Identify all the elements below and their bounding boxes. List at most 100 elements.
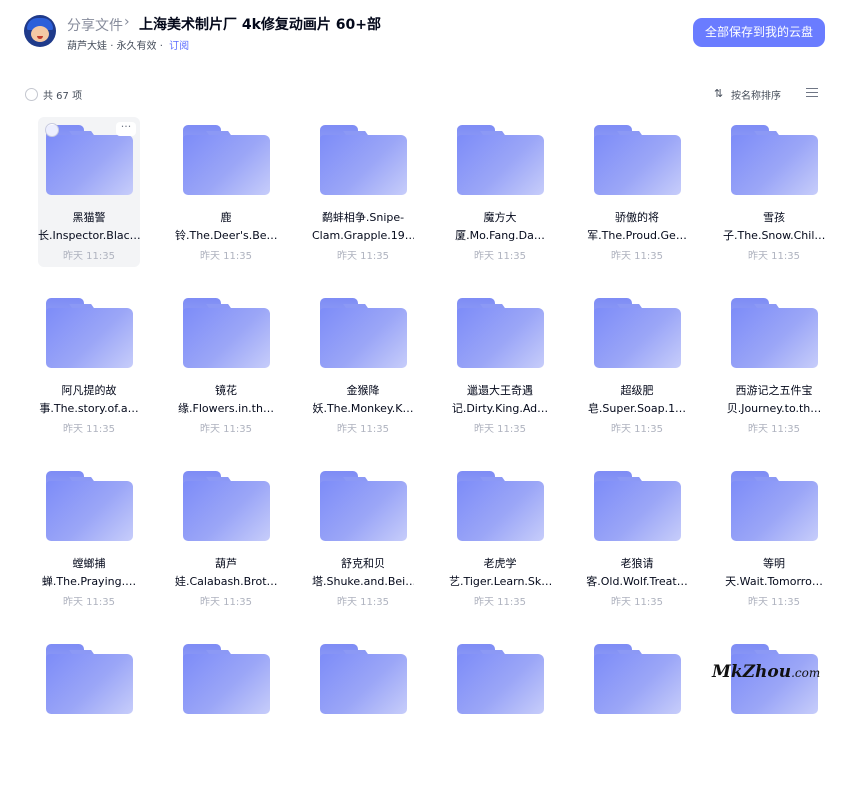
folder-item[interactable]: ··· 黑猫警 长.Inspector.Blac… 昨天 11:35 (38, 117, 140, 267)
folder-name-line2: 军.The.Proud.Ge… (587, 229, 687, 242)
folder-body (320, 654, 407, 714)
folder-item[interactable]: 鹬蚌相争.Snipe- Clam.Grapple.19… 昨天 11:35 (312, 117, 414, 267)
folder-item[interactable]: 鹿铃.The.Deer's.Be… 昨天 11:35 (175, 117, 277, 267)
folder-name: 螳螂捕 蝉.The.Praying.… (38, 555, 140, 591)
folder-date: 昨天 11:35 (337, 251, 389, 262)
folder-item[interactable]: 老狼请 客.Old.Wolf.Treat… 昨天 11:35 (586, 463, 688, 613)
folder-item[interactable] (723, 636, 825, 786)
folder-body (594, 654, 681, 714)
more-options-icon[interactable]: ··· (116, 121, 136, 136)
folder-item[interactable] (312, 636, 414, 786)
folder-name-line1: 镜花 (215, 384, 237, 397)
file-grid: ··· 黑猫警 长.Inspector.Blac… 昨天 11:35 鹿铃.The.De… (0, 0, 850, 714)
folder-name-line2: 铃.The.Deer's.Be… (175, 229, 277, 242)
folder-name-line1: 超级肥 (620, 384, 654, 397)
folder-item[interactable]: 雪孩子.The.Snow.Chil… 昨天 11:35 (723, 117, 825, 267)
folder-item[interactable]: 舒克和贝 塔.Shuke.and.Bei… 昨天 11:35 (312, 463, 414, 613)
folder-name-line1: 等明 (763, 557, 785, 570)
folder-date: 昨天 11:35 (63, 597, 115, 608)
folder-icon (731, 125, 818, 195)
folder-name-line1: 鹬蚌相争.Snipe- (321, 211, 405, 224)
folder-name-line2: 客.Old.Wolf.Treat… (586, 575, 688, 588)
folder-body (457, 308, 544, 368)
folder-icon (320, 298, 407, 368)
folder-name-line2: 事.The.story.of.a… (39, 402, 139, 415)
folder-icon (320, 644, 407, 714)
folder-date: 昨天 11:35 (748, 597, 800, 608)
folder-item[interactable]: 镜花 缘.Flowers.in.th… 昨天 11:35 (175, 290, 277, 440)
folder-date: 昨天 11:35 (63, 424, 115, 435)
folder-item[interactable]: 西游记之五件宝 贝.Journey.to.th… 昨天 11:35 (723, 290, 825, 440)
folder-item[interactable] (449, 636, 551, 786)
folder-name-line1: 阿凡提的故 (61, 384, 117, 397)
folder-date: 昨天 11:35 (611, 597, 663, 608)
folder-icon (594, 125, 681, 195)
folder-date: 昨天 11:35 (474, 597, 526, 608)
folder-item[interactable] (38, 636, 140, 786)
folder-name: 舒克和贝塔.Shuke.and.Bei… (312, 555, 414, 591)
folder-body (46, 654, 133, 714)
folder-name-line2: 娃.Calabash.Brot… (175, 575, 277, 588)
folder-name-line2: 皂.Super.Soap.1… (587, 402, 687, 415)
folder-body (457, 654, 544, 714)
folder-body (183, 135, 270, 195)
folder-icon (594, 298, 681, 368)
folder-name: 西游记之五件宝 贝.Journey.to.th… (723, 382, 825, 418)
folder-name-line1: 老虎学 (483, 557, 517, 570)
folder-name: 超级肥皂.Super.Soap.1… (586, 382, 688, 418)
folder-item[interactable]: 等明天.Wait.Tomorro… 昨天 11:35 (723, 463, 825, 613)
folder-item[interactable]: 老虎学 艺.Tiger.Learn.Sk… 昨天 11:35 (449, 463, 551, 613)
folder-date: 昨天 11:35 (474, 424, 526, 435)
folder-item[interactable]: 骄傲的将 军.The.Proud.Ge… 昨天 11:35 (586, 117, 688, 267)
folder-name: 等明天.Wait.Tomorro… (723, 555, 825, 591)
folder-icon (457, 298, 544, 368)
folder-item[interactable]: 葫芦 娃.Calabash.Brot… 昨天 11:35 (175, 463, 277, 613)
folder-name-line2: 厦.Mo.Fang.Da… (455, 229, 545, 242)
folder-icon (46, 471, 133, 541)
folder-body (320, 308, 407, 368)
folder-name-line2: Clam.Grapple.19… (312, 229, 414, 242)
folder-name-line2: 天.Wait.Tomorro… (725, 575, 823, 588)
folder-name: 葫芦娃.Calabash.Brot… (175, 555, 277, 591)
folder-item[interactable]: 金猴降 妖.The.Monkey.K… 昨天 11:35 (312, 290, 414, 440)
folder-item[interactable]: 邋遢大王奇遇 记.Dirty.King.Ad… 昨天 11:35 (449, 290, 551, 440)
folder-body (183, 308, 270, 368)
folder-name: 鹬蚌相争.Snipe- Clam.Grapple.19… (312, 209, 414, 245)
folder-icon (457, 644, 544, 714)
folder-body (731, 135, 818, 195)
folder-icon (46, 644, 133, 714)
folder-name-line1: 西游记之五件宝 (735, 384, 813, 397)
folder-name-line1: 骄傲的将 (615, 211, 659, 224)
folder-name-line2: 贝.Journey.to.th… (726, 402, 822, 415)
folder-body (46, 308, 133, 368)
folder-icon (731, 471, 818, 541)
folder-name: 镜花缘.Flowers.in.th… (175, 382, 277, 418)
folder-item[interactable] (586, 636, 688, 786)
folder-icon (46, 298, 133, 368)
folder-body (594, 481, 681, 541)
folder-body (594, 308, 681, 368)
folder-body (457, 135, 544, 195)
folder-select-checkbox[interactable] (45, 123, 59, 137)
folder-date: 昨天 11:35 (611, 424, 663, 435)
folder-body (320, 481, 407, 541)
folder-item[interactable]: 魔方大 厦.Mo.Fang.Da… 昨天 11:35 (449, 117, 551, 267)
folder-body (731, 481, 818, 541)
folder-item[interactable] (175, 636, 277, 786)
folder-name: 鹿铃.The.Deer's.Be… (175, 209, 277, 245)
folder-date: 昨天 11:35 (748, 251, 800, 262)
folder-icon (320, 125, 407, 195)
folder-name-line2: 子.The.Snow.Chil… (723, 229, 825, 242)
folder-item[interactable]: 螳螂捕 蝉.The.Praying.… 昨天 11:35 (38, 463, 140, 613)
folder-name: 老狼请 客.Old.Wolf.Treat… (586, 555, 688, 591)
folder-name-line2: 塔.Shuke.and.Bei… (312, 575, 414, 588)
folder-name-line1: 魔方大 (483, 211, 517, 224)
folder-name-line1: 舒克和贝 (341, 557, 385, 570)
folder-date: 昨天 11:35 (200, 251, 252, 262)
folder-item[interactable]: 超级肥皂.Super.Soap.1… 昨天 11:35 (586, 290, 688, 440)
folder-name: 老虎学 艺.Tiger.Learn.Sk… (449, 555, 551, 591)
folder-name-line2: 缘.Flowers.in.th… (178, 402, 274, 415)
folder-name-line1: 雪孩 (763, 211, 785, 224)
folder-name-line1: 葫芦 (215, 557, 237, 570)
folder-item[interactable]: 阿凡提的故事.The.story.of.a… 昨天 11:35 (38, 290, 140, 440)
